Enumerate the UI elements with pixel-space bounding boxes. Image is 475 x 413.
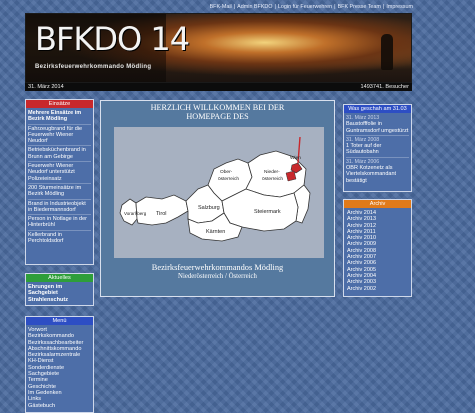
visitor-counter: 1493741. Besucher bbox=[360, 84, 409, 90]
history-entry[interactable]: 31. März 2008 1 Toter auf der Südautobah… bbox=[346, 136, 409, 158]
nav-separator: | bbox=[233, 4, 236, 10]
austria-map-svg: Vorarl-berg Tirol Salzburg Ober- österre… bbox=[119, 136, 311, 242]
einsatz-item[interactable]: Feuerwehr Wiener Neudorf unterstützt Pol… bbox=[28, 162, 91, 184]
nav-link-bfk-mail[interactable]: BFK-Mail bbox=[210, 4, 232, 10]
archiv-panel: Archiv Archiv 2014 Archiv 2013 Archiv 20… bbox=[343, 199, 412, 297]
menu-item-bezirkssachbearbeiter[interactable]: Bezirkssachbearbeiter bbox=[28, 340, 91, 346]
menu-item-gaestebuch[interactable]: Gästebuch bbox=[28, 403, 91, 409]
archiv-list: Archiv 2014 Archiv 2013 Archiv 2012 Arch… bbox=[344, 208, 411, 294]
welcome-heading: Herzlich Willkommen bei der Homepage des bbox=[101, 103, 334, 121]
map-region-moedling-highlight[interactable] bbox=[285, 170, 297, 182]
nav-link-admin[interactable]: Admin BFKDO bbox=[237, 4, 272, 10]
was-geschah-header: Was geschah am 31.03 bbox=[344, 105, 411, 113]
site-subtitle: Bezirksfeuerwehrkommando Mödling bbox=[35, 64, 152, 70]
nav-separator: | bbox=[334, 4, 336, 10]
district-title: Bezirksfeuerwehrkommandos Mödling bbox=[151, 263, 284, 272]
einsaetze-list: Mehrere Einsätze im Bezirk Mödling Fahrz… bbox=[26, 108, 93, 246]
header-banner: BFKDO 14 Bezirksfeuerwehrkommando Mödlin… bbox=[25, 13, 412, 83]
austria-map[interactable]: Vorarl-berg Tirol Salzburg Ober- österre… bbox=[114, 127, 324, 258]
aktuelles-item[interactable]: Ehrungen im Sachgebiet Strahlenschutz bbox=[26, 282, 93, 305]
menu-list: Vorwort Bezirkskommando Bezirkssachbearb… bbox=[26, 325, 93, 411]
label-vorarlberg: Vorarl-berg bbox=[124, 211, 147, 216]
einsatz-item[interactable]: Mehrere Einsätze im Bezirk Mödling bbox=[28, 109, 91, 125]
label-kaernten: Kärnten bbox=[206, 229, 225, 235]
history-entry[interactable]: 31. März 2006 OBR Kotzenetz als Viertels… bbox=[346, 158, 409, 185]
nav-link-presse-team[interactable]: BFK Presse Team bbox=[338, 4, 381, 10]
label-noe-1: Nieder- bbox=[264, 169, 280, 175]
label-noe-2: österreich bbox=[262, 176, 283, 182]
was-geschah-list: 31. März 2013 Baustofffolie in Guntramsd… bbox=[344, 113, 411, 186]
einsatz-item[interactable]: Kellerbrand in Perchtoldsdorf bbox=[28, 231, 91, 246]
archiv-link-2002[interactable]: Archiv 2002 bbox=[347, 286, 408, 292]
nav-link-login[interactable]: Login für Feuerwehren bbox=[278, 4, 332, 10]
label-ooe-1: Ober- bbox=[220, 169, 233, 175]
nav-separator: | bbox=[274, 4, 276, 10]
firefighter-silhouette bbox=[381, 34, 393, 70]
history-text: OBR Kotzenetz als Viertelskommandant bes… bbox=[346, 165, 397, 184]
einsaetze-panel: Einsätze Mehrere Einsätze im Bezirk Mödl… bbox=[25, 99, 94, 265]
label-tirol: Tirol bbox=[156, 211, 167, 217]
label-wien: Wien bbox=[290, 155, 301, 161]
current-date: 31. März 2014 bbox=[28, 84, 64, 90]
welcome-panel: Herzlich Willkommen bei der Homepage des bbox=[100, 100, 335, 297]
einsatz-item[interactable]: Betriebsküchenbrand in Brunn am Gebirge bbox=[28, 146, 91, 163]
einsatz-item[interactable]: Fahrzeugbrand für die Feuerwehr Wiener N… bbox=[28, 125, 91, 147]
info-bar: 31. März 2014 1493741. Besucher bbox=[25, 83, 412, 91]
history-text: Baustofffolie in Guntramsdorf umgestürzt bbox=[346, 121, 409, 134]
label-salzburg: Salzburg bbox=[198, 205, 220, 211]
nav-separator: | bbox=[382, 4, 385, 10]
welcome-line-1: Herzlich Willkommen bei der bbox=[150, 103, 285, 112]
was-geschah-panel: Was geschah am 31.03 31. März 2013 Baust… bbox=[343, 104, 412, 192]
history-entry[interactable]: 31. März 2013 Baustofffolie in Guntramsd… bbox=[346, 114, 409, 136]
einsatz-item[interactable]: Brand in Industrieobjekt in Biedermannsd… bbox=[28, 200, 91, 216]
einsatz-item[interactable]: 200 Sturmeinsätze im Bezirk Mödling bbox=[28, 184, 91, 200]
welcome-line-2: Homepage des bbox=[186, 112, 249, 121]
site-logo-title[interactable]: BFKDO 14 bbox=[35, 20, 190, 58]
aktuelles-panel: Aktuelles Ehrungen im Sachgebiet Strahle… bbox=[25, 273, 94, 306]
top-navigation: BFK-Mail | Admin BFKDO | Login für Feuerwehr… bbox=[210, 4, 413, 10]
nav-link-impressum[interactable]: Impressum bbox=[386, 4, 413, 10]
menu-header: Menü bbox=[26, 317, 93, 325]
label-steiermark: Steiermark bbox=[254, 209, 281, 215]
archiv-header: Archiv bbox=[344, 200, 411, 208]
einsaetze-header: Einsätze bbox=[26, 100, 93, 108]
einsatz-item[interactable]: Person in Notlage in der Hinterbrühl bbox=[28, 215, 91, 231]
district-subtitle: Niederösterreich / Österreich bbox=[178, 273, 257, 280]
map-region-tirol[interactable] bbox=[135, 194, 189, 226]
history-text: 1 Toter auf der Südautobahn bbox=[346, 143, 382, 156]
label-ooe-2: österreich bbox=[218, 176, 239, 182]
menu-panel: Menü Vorwort Bezirkskommando Bezirkssach… bbox=[25, 316, 94, 413]
aktuelles-header: Aktuelles bbox=[26, 274, 93, 282]
